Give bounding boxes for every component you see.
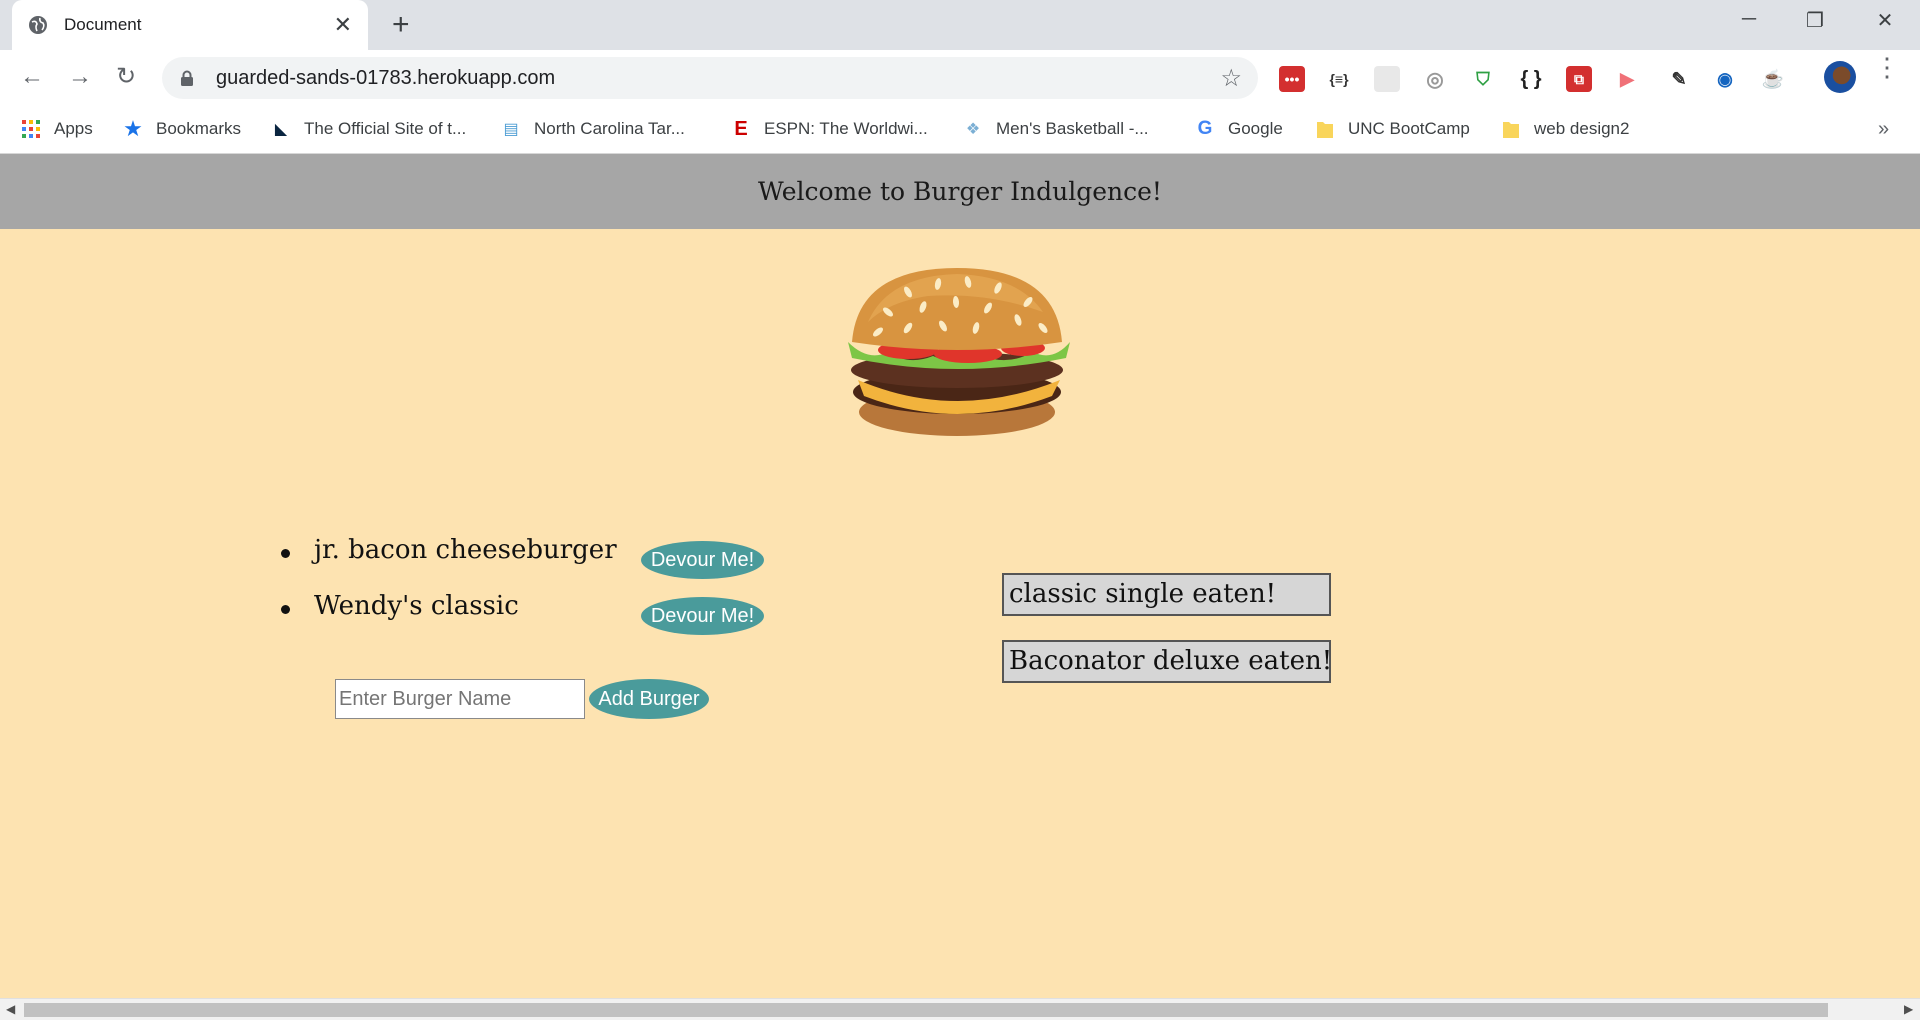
burger-list: jr. bacon cheeseburger Devour Me! Wendy'… [270, 530, 790, 642]
pdf-extension-icon[interactable]: ⧉ [1566, 66, 1592, 92]
grid-extension-icon[interactable] [1374, 66, 1400, 92]
add-burger-form: Add Burger [335, 679, 709, 719]
horizontal-scrollbar[interactable]: ◀ ▶ [0, 998, 1920, 1020]
tarheel-icon: ❖ [965, 121, 981, 138]
bookmark-unc-bootcamp[interactable]: UNC BootCamp [1314, 118, 1470, 140]
bookmark-north-carolina[interactable]: ▤ North Carolina Tar... [500, 118, 685, 140]
bookmark-label: Bookmarks [156, 119, 242, 138]
json-extension-icon[interactable]: {≡} [1326, 66, 1352, 92]
lock-icon [181, 70, 193, 86]
tab-strip: Document ✕ + ─ ❐ ✕ [0, 0, 1920, 50]
apps-grid-icon [20, 118, 42, 140]
close-tab-icon[interactable]: ✕ [334, 12, 352, 38]
panthers-logo-icon: ◣ [274, 121, 288, 138]
folder-icon [1500, 118, 1522, 140]
bullet [281, 605, 290, 614]
bookmark-label: web design2 [1534, 119, 1630, 138]
tab-title: Document [64, 15, 142, 34]
url-text: guarded-sands-01783.herokuapp.com [216, 66, 556, 89]
more-bookmarks-icon[interactable]: » [1878, 118, 1889, 141]
star-icon: ★ [123, 116, 143, 141]
burger-name: jr. bacon cheeseburger [314, 535, 617, 565]
list-item: Wendy's classic Devour Me! [270, 586, 790, 642]
list-item: jr. bacon cheeseburger Devour Me! [270, 530, 790, 586]
burger-name-input[interactable] [335, 679, 585, 719]
scroll-left-icon[interactable]: ◀ [6, 1002, 15, 1016]
eaten-burger-box: Baconator deluxe eaten! [1002, 640, 1331, 683]
add-burger-button[interactable]: Add Burger [589, 679, 709, 719]
new-tab-icon[interactable]: + [392, 10, 410, 40]
bookmark-panthers[interactable]: ◣ The Official Site of t... [270, 118, 466, 140]
target-extension-icon[interactable]: ◎ [1422, 66, 1448, 92]
coffee-extension-icon[interactable]: ☕ [1760, 66, 1786, 92]
globe-icon [29, 16, 47, 34]
bookmark-label: Google [1228, 119, 1283, 138]
unc-flag-icon: ▤ [503, 121, 519, 138]
forward-arrow-icon[interactable]: → [68, 64, 92, 90]
bookmark-label: The Official Site of t... [304, 119, 467, 138]
bookmark-label: ESPN: The Worldwi... [764, 119, 928, 138]
devour-button[interactable]: Devour Me! [641, 597, 764, 635]
glasses-extension-icon[interactable]: ◉ [1712, 66, 1738, 92]
bookmark-label: Men's Basketball -... [996, 119, 1149, 138]
shield-extension-icon[interactable]: ⛉ [1470, 66, 1496, 92]
window-close-icon[interactable]: ✕ [1860, 8, 1910, 33]
eaten-list: classic single eaten! Baconator deluxe e… [1002, 573, 1331, 707]
bookmark-label: North Carolina Tar... [534, 119, 685, 138]
eaten-burger-box: classic single eaten! [1002, 573, 1331, 616]
cast-extension-icon[interactable]: ▶ [1614, 66, 1640, 92]
scrollbar-thumb[interactable] [24, 1003, 1828, 1017]
browser-tab[interactable]: Document ✕ [12, 0, 368, 50]
burger-name: Wendy's classic [314, 591, 519, 621]
braces-extension-icon[interactable]: { } [1518, 66, 1544, 92]
reload-icon[interactable]: ↻ [116, 64, 136, 90]
restore-icon[interactable]: ❐ [1790, 8, 1840, 33]
profile-avatar[interactable] [1824, 61, 1856, 93]
folder-icon [1314, 118, 1336, 140]
bookmark-web-design2[interactable]: web design2 [1500, 118, 1629, 140]
eyedropper-extension-icon[interactable]: ✎ [1666, 66, 1692, 92]
bookmark-label: UNC BootCamp [1348, 119, 1470, 138]
page-title: Welcome to Burger Indulgence! [758, 177, 1162, 206]
bookmark-espn[interactable]: E ESPN: The Worldwi... [730, 117, 928, 140]
burger-image [848, 268, 1070, 436]
bookmark-mens-basketball[interactable]: ❖ Men's Basketball -... [962, 118, 1149, 140]
bookmark-apps[interactable]: Apps [20, 118, 93, 140]
devour-button[interactable]: Devour Me! [641, 541, 764, 579]
site-header: Welcome to Burger Indulgence! [0, 154, 1920, 229]
scroll-right-icon[interactable]: ▶ [1904, 1002, 1913, 1016]
bookmarks-bar: Apps ★ Bookmarks ◣ The Official Site of … [0, 106, 1920, 154]
bookmark-star-icon[interactable]: ☆ [1220, 64, 1242, 93]
google-icon: G [1197, 118, 1213, 139]
browser-toolbar: ← → ↻ guarded-sands-01783.herokuapp.com … [0, 50, 1920, 106]
bookmark-label: Apps [54, 119, 93, 138]
espn-icon: E [734, 117, 748, 140]
bookmark-google[interactable]: G Google [1194, 118, 1283, 140]
bookmark-bookmarks[interactable]: ★ Bookmarks [122, 116, 242, 141]
lastpass-extension-icon[interactable]: ••• [1279, 66, 1305, 92]
menu-dots-icon[interactable]: ⋮ [1874, 54, 1900, 80]
bullet [281, 549, 290, 558]
address-bar[interactable]: guarded-sands-01783.herokuapp.com ☆ [162, 57, 1258, 99]
minimize-icon[interactable]: ─ [1724, 8, 1774, 31]
back-arrow-icon[interactable]: ← [20, 64, 44, 90]
